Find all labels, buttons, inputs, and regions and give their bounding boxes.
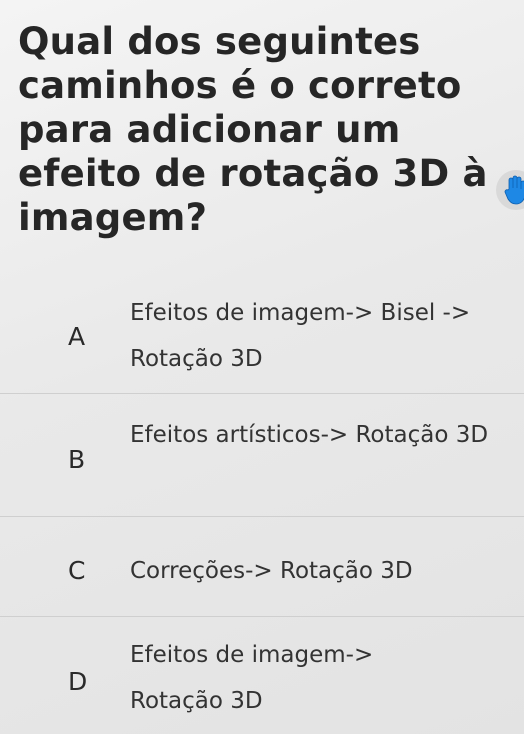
option-letter: D xyxy=(68,667,88,696)
option-text: Efeitos de imagem-> Rotação 3D xyxy=(130,642,374,714)
option-letter: C xyxy=(68,556,86,585)
option-divider xyxy=(0,516,524,517)
option-text: Efeitos de imagem-> Bisel -> Rotação 3D xyxy=(130,300,471,372)
option-c[interactable]: C Correções-> Rotação 3D xyxy=(0,548,524,608)
option-text: Correções-> Rotação 3D xyxy=(130,558,413,584)
question-text: Qual dos seguintes caminhos é o correto … xyxy=(18,20,488,239)
option-divider xyxy=(0,616,524,617)
option-text: Efeitos artísticos-> Rotação 3D xyxy=(130,422,489,448)
hand-raised-icon-graphic xyxy=(504,175,524,205)
option-letter: A xyxy=(68,322,86,351)
option-d[interactable]: D Efeitos de imagem-> Rotação 3D xyxy=(0,632,524,732)
option-a[interactable]: A Efeitos de imagem-> Bisel -> Rotação 3… xyxy=(0,290,524,390)
quiz-screen: Qual dos seguintes caminhos é o correto … xyxy=(0,0,524,734)
option-letter: B xyxy=(68,445,86,474)
option-b[interactable]: B Efeitos artísticos-> Rotação 3D xyxy=(0,412,524,512)
option-divider xyxy=(0,393,524,394)
